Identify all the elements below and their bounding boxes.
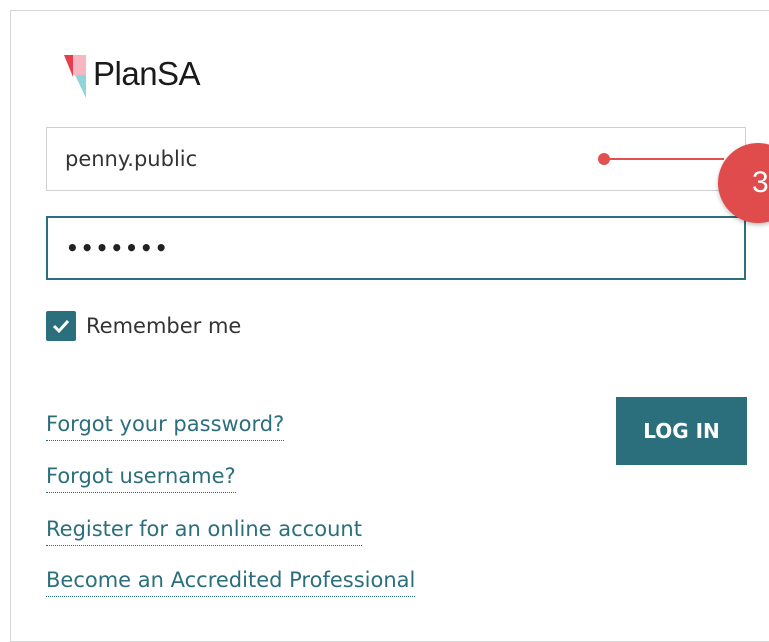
plansa-logo-mark-icon [61,49,91,99]
forgot-username-link[interactable]: Forgot username? [46,462,236,493]
password-field[interactable]: ••••••• [46,216,746,280]
remember-me-checkbox[interactable] [46,311,76,341]
brand-name: PlanSA [93,55,201,92]
forgot-password-link[interactable]: Forgot your password? [46,410,285,441]
password-masked-value: ••••••• [66,236,170,260]
checkmark-icon [52,319,70,334]
login-button-label: LOG IN [643,419,720,443]
accredited-professional-link[interactable]: Become an Accredited Professional [46,566,416,597]
remember-me-row[interactable]: Remember me [46,311,241,341]
callout-number: 3 [752,166,769,199]
login-button[interactable]: LOG IN [616,397,747,465]
username-value: penny.public [65,147,198,171]
callout-anchor-dot [598,153,610,165]
register-account-link[interactable]: Register for an online account [46,515,362,546]
callout-leader-line [604,158,724,160]
plansa-logo: PlanSA [61,49,201,99]
remember-me-label: Remember me [86,314,242,338]
